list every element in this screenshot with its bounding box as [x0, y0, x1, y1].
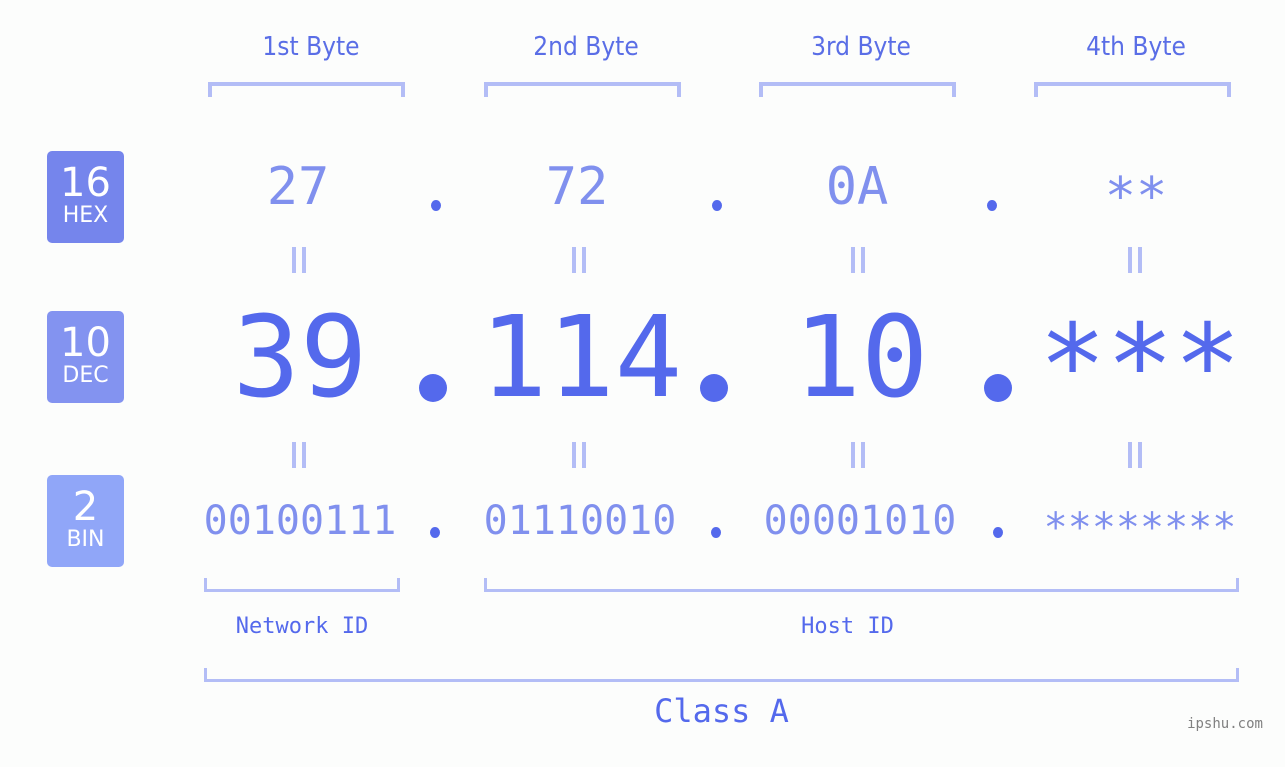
- hex-octet-1: 27: [266, 157, 330, 217]
- equals-icon: [1128, 442, 1142, 468]
- bin-octet-4: ********: [1043, 505, 1237, 551]
- hex-separator-dot: [431, 200, 441, 211]
- byte-bracket-3: [759, 82, 956, 97]
- dec-octet-4: ***: [1038, 301, 1242, 431]
- dec-separator-dot: [984, 374, 1012, 402]
- ip-class-label: Class A: [654, 692, 789, 730]
- hex-separator-dot: [987, 200, 997, 211]
- bin-octet-1: 00100111: [203, 498, 397, 544]
- equals-icon: [572, 442, 586, 468]
- bin-separator-dot: [430, 527, 440, 538]
- hex-octet-2: 72: [545, 157, 609, 217]
- equals-icon: [572, 247, 586, 273]
- byte-bracket-4: [1034, 82, 1231, 97]
- dec-octet-3: 10: [793, 293, 929, 423]
- bin-badge: 2 BIN: [47, 475, 124, 567]
- bin-base-number: 2: [72, 484, 99, 530]
- hex-octet-3: 0A: [825, 157, 889, 217]
- byte-label-1: 1st Byte: [262, 32, 360, 62]
- hex-base-label: HEX: [62, 203, 109, 228]
- dec-separator-dot: [700, 374, 728, 402]
- network-id-label: Network ID: [235, 614, 369, 639]
- byte-label-4: 4th Byte: [1086, 32, 1186, 62]
- hex-octet-4: **: [1104, 167, 1168, 227]
- byte-label-3: 3rd Byte: [811, 32, 911, 62]
- equals-icon: [1128, 247, 1142, 273]
- bin-separator-dot: [711, 527, 721, 538]
- hex-separator-dot: [712, 200, 722, 211]
- class-bracket: [204, 668, 1239, 682]
- hex-badge: 16 HEX: [47, 151, 124, 243]
- equals-icon: [292, 442, 306, 468]
- equals-icon: [292, 247, 306, 273]
- dec-separator-dot: [419, 374, 447, 402]
- network-id-bracket: [204, 578, 400, 592]
- bin-separator-dot: [993, 527, 1003, 538]
- byte-label-2: 2nd Byte: [533, 32, 639, 62]
- dec-base-number: 10: [60, 320, 111, 366]
- bin-octet-2: 01110010: [483, 498, 677, 544]
- dec-octet-2: 114: [479, 293, 683, 423]
- dec-base-label: DEC: [62, 363, 109, 388]
- dec-octet-1: 39: [232, 293, 368, 423]
- equals-icon: [851, 247, 865, 273]
- dec-badge: 10 DEC: [47, 311, 124, 403]
- hex-base-number: 16: [60, 160, 111, 206]
- bin-base-label: BIN: [66, 527, 105, 552]
- equals-icon: [851, 442, 865, 468]
- host-id-label: Host ID: [801, 614, 894, 639]
- byte-bracket-1: [208, 82, 405, 97]
- watermark: ipshu.com: [1187, 716, 1263, 732]
- host-id-bracket: [484, 578, 1239, 592]
- bin-octet-3: 00001010: [763, 498, 957, 544]
- byte-bracket-2: [484, 82, 681, 97]
